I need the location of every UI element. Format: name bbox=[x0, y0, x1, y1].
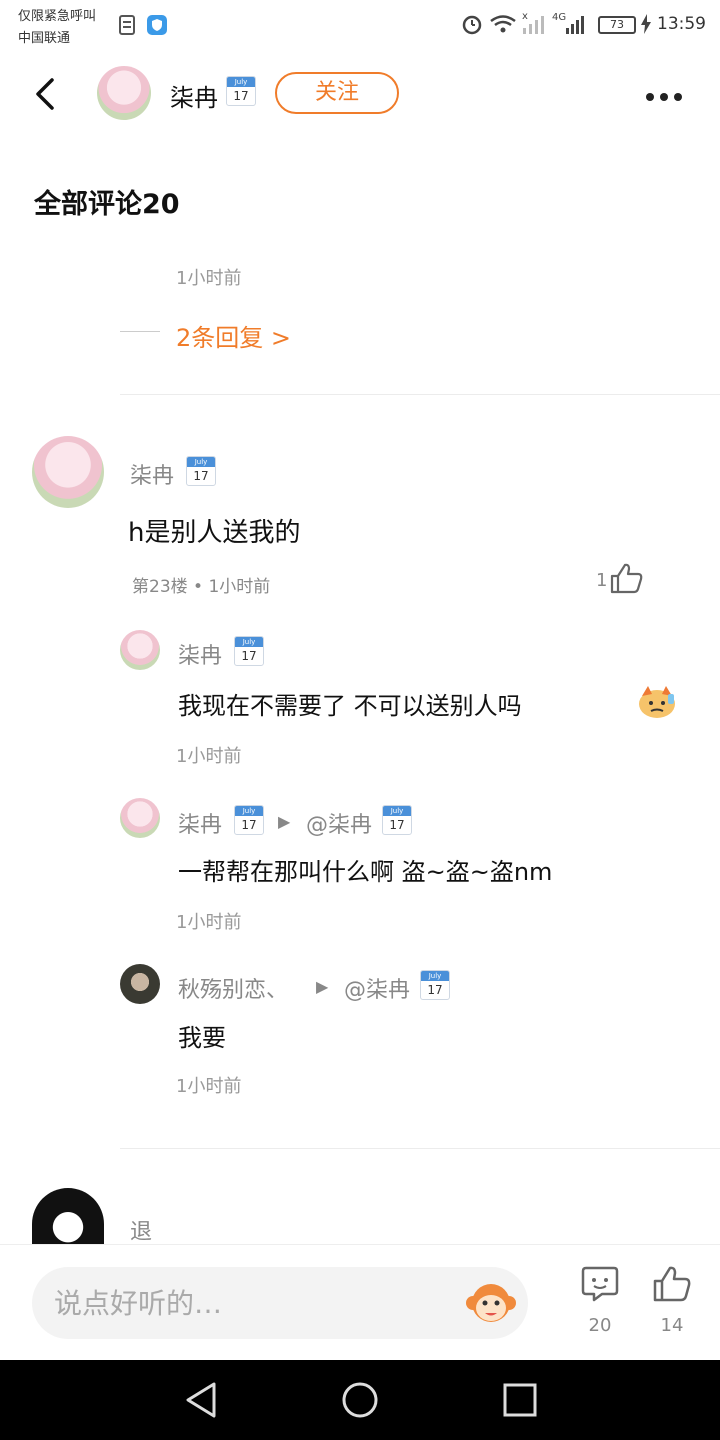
like-post-button[interactable]: 14 bbox=[642, 1265, 702, 1355]
section-title: 全部评论20 bbox=[34, 189, 180, 220]
reply-username[interactable]: 柒冉 bbox=[178, 807, 222, 839]
more-options-button[interactable] bbox=[646, 86, 694, 102]
thumbs-up-icon bbox=[610, 563, 643, 594]
status-bar: 仅限紧急呼叫 中国联通 x 4G 73 13:59 bbox=[0, 0, 720, 52]
emoji-sticker-icon bbox=[636, 684, 678, 720]
comment-floor-meta: 第23楼 • 1小时前 bbox=[132, 577, 271, 597]
charging-icon bbox=[641, 14, 651, 38]
clock: 13:59 bbox=[657, 14, 706, 34]
reply-username[interactable]: 柒冉 bbox=[178, 638, 222, 670]
reply-content: 一帮帮在那叫什么啊 盗~盗~盗nm bbox=[178, 858, 553, 886]
comments-button[interactable]: 20 bbox=[570, 1265, 630, 1355]
like-button[interactable] bbox=[610, 562, 644, 598]
reply-avatar[interactable] bbox=[120, 630, 160, 670]
svg-text:x: x bbox=[522, 11, 528, 22]
reply-target[interactable]: @柒冉 bbox=[344, 972, 410, 1004]
carrier-text: 仅限紧急呼叫 bbox=[18, 9, 97, 24]
shield-icon bbox=[146, 14, 168, 40]
svg-text:4G: 4G bbox=[552, 12, 566, 23]
comments-count: 20 bbox=[588, 1315, 612, 1336]
follow-button[interactable]: 关注 bbox=[275, 72, 399, 114]
comment-time: 1小时前 bbox=[176, 268, 242, 289]
monkey-emoji-icon bbox=[466, 1284, 516, 1322]
header: 柒冉 July 17 关注 bbox=[0, 52, 720, 136]
comment-bar: 20 14 bbox=[0, 1244, 720, 1360]
dot-icon bbox=[660, 93, 668, 101]
reply-avatar[interactable] bbox=[120, 798, 160, 838]
commenter-avatar[interactable] bbox=[32, 1188, 104, 1244]
circle-home-icon bbox=[342, 1382, 378, 1418]
comment-bubble-icon bbox=[581, 1266, 619, 1302]
emoji-picker-button[interactable] bbox=[464, 1277, 518, 1329]
reply-time: 1小时前 bbox=[176, 912, 242, 933]
calendar-badge-icon: July 17 bbox=[420, 970, 450, 1000]
dot-icon bbox=[674, 93, 682, 101]
calendar-badge-icon: July 17 bbox=[234, 805, 264, 835]
nav-back-button[interactable] bbox=[182, 1380, 222, 1420]
nav-recents-button[interactable] bbox=[500, 1380, 540, 1420]
comment-like-count: 1 bbox=[596, 570, 608, 591]
commenter-name[interactable]: 退 bbox=[130, 1214, 152, 1246]
comment-input[interactable] bbox=[54, 1281, 464, 1325]
view-replies-link[interactable]: 2条回复 > bbox=[176, 318, 291, 353]
replies-divider bbox=[120, 331, 160, 332]
username[interactable]: 柒冉 bbox=[170, 78, 218, 113]
wifi-icon bbox=[488, 12, 518, 40]
user-avatar[interactable] bbox=[97, 66, 151, 120]
reply-avatar[interactable] bbox=[120, 964, 160, 1004]
reply-time: 1小时前 bbox=[176, 746, 242, 767]
comment-divider bbox=[120, 394, 720, 395]
square-recents-icon bbox=[503, 1383, 537, 1417]
likes-count: 14 bbox=[660, 1315, 684, 1336]
calendar-badge-icon: July 17 bbox=[382, 805, 412, 835]
comment-divider bbox=[120, 1148, 720, 1149]
reply-content: 我要 bbox=[178, 1024, 226, 1052]
nav-home-button[interactable] bbox=[340, 1380, 380, 1420]
document-icon bbox=[118, 14, 138, 40]
reply-arrow-icon: ▶ bbox=[316, 977, 329, 996]
reply-target[interactable]: @柒冉 bbox=[306, 807, 372, 839]
comment-input-box[interactable] bbox=[32, 1267, 528, 1339]
comment-content: h是别人送我的 bbox=[128, 518, 301, 548]
alarm-icon bbox=[460, 12, 484, 40]
reply-arrow-icon: ▶ bbox=[278, 812, 291, 831]
dot-icon bbox=[646, 93, 654, 101]
system-nav-bar bbox=[0, 1360, 720, 1440]
reply-content: 我现在不需要了 不可以送别人吗 bbox=[178, 692, 522, 720]
signal-4g-icon: 4G bbox=[552, 10, 588, 40]
battery-indicator: 73 bbox=[598, 16, 636, 34]
carrier-name: 中国联通 bbox=[18, 31, 71, 46]
chevron-left-icon bbox=[36, 78, 54, 110]
back-button[interactable] bbox=[28, 74, 64, 114]
reply-username[interactable]: 秋殇别恋、 bbox=[178, 972, 288, 1004]
commenter-name[interactable]: 柒冉 bbox=[130, 458, 174, 490]
calendar-badge-icon: July 17 bbox=[226, 76, 256, 106]
commenter-avatar[interactable] bbox=[32, 436, 104, 508]
calendar-badge-icon: July 17 bbox=[234, 636, 264, 666]
calendar-badge-icon: July 17 bbox=[186, 456, 216, 486]
thumbs-up-icon bbox=[653, 1266, 691, 1302]
reply-time: 1小时前 bbox=[176, 1076, 242, 1097]
triangle-back-icon bbox=[186, 1382, 216, 1418]
signal-off-icon: x bbox=[520, 10, 546, 40]
